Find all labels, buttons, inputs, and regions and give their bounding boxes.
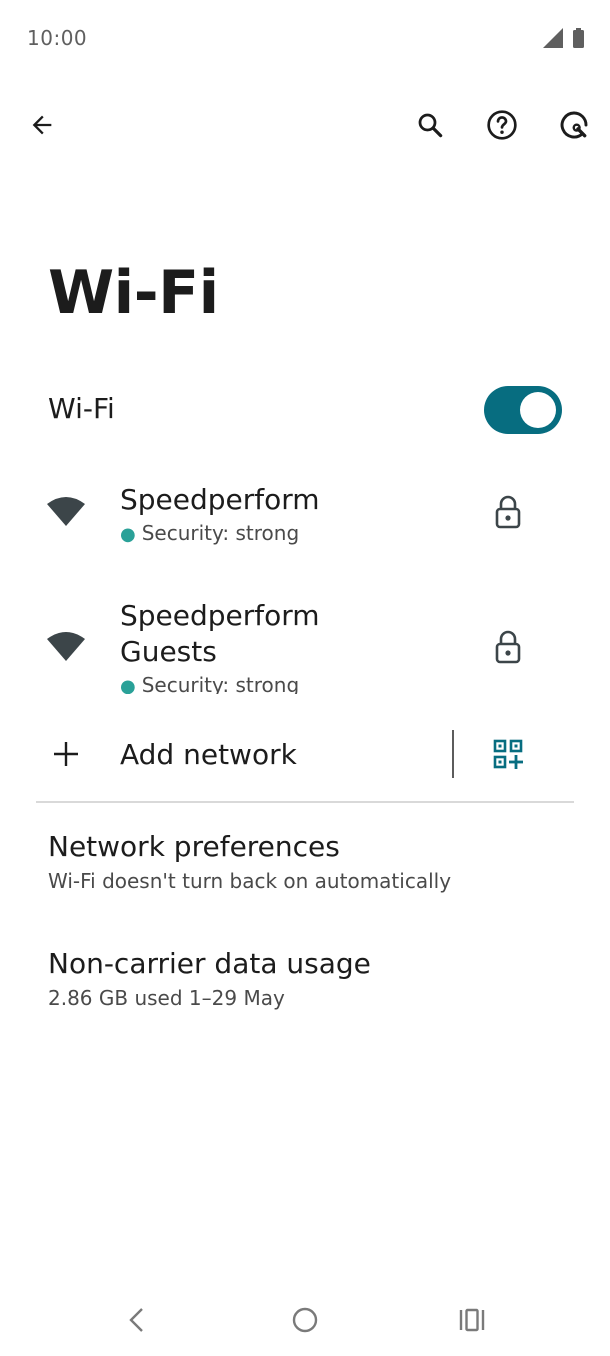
lock-icon [494, 495, 522, 533]
arrow-back-icon [32, 115, 52, 135]
pref-title: Network preferences [48, 830, 340, 863]
section-divider [36, 801, 574, 803]
pref-subtitle: 2.86 GB used 1–29 May [48, 986, 285, 1010]
pref-subtitle: Wi-Fi doesn't turn back on automatically [48, 869, 452, 893]
nav-recents-button[interactable] [448, 1296, 496, 1344]
network-security: ● Security: strong [120, 521, 300, 545]
network-reset-button[interactable] [550, 101, 598, 149]
network-security-clip: ● Security: strong [120, 672, 299, 694]
security-dot: ● [120, 524, 136, 545]
wifi-toggle-switch[interactable] [484, 386, 562, 434]
status-time: 10:00 [27, 26, 88, 50]
page-title: Wi-Fi [48, 258, 219, 328]
status-icons [541, 28, 589, 50]
vertical-divider [452, 730, 454, 778]
wrench-reset-icon [560, 111, 588, 139]
toggle-knob [520, 392, 556, 428]
wifi-signal-icon [46, 630, 86, 666]
add-network-label: Add network [120, 738, 297, 771]
nav-back-button[interactable] [113, 1296, 161, 1344]
security-dot: ● [120, 676, 136, 694]
network-security: ● Security: strong [120, 672, 299, 694]
nav-home-icon [292, 1307, 318, 1333]
search-icon [418, 113, 443, 138]
network-name: Speedperform Guests [120, 599, 320, 668]
network-name: Speedperform [120, 483, 320, 516]
nav-recents-icon [459, 1308, 485, 1332]
qr-scan-button[interactable] [484, 730, 532, 778]
help-button[interactable] [478, 101, 526, 149]
nav-back-icon [129, 1308, 143, 1332]
help-icon [487, 110, 517, 140]
lock-icon [494, 630, 522, 668]
search-button[interactable] [406, 101, 454, 149]
nav-home-button[interactable] [281, 1296, 329, 1344]
pref-title: Non-carrier data usage [48, 947, 371, 980]
wifi-toggle-label: Wi-Fi [48, 392, 115, 425]
wifi-signal-icon [46, 495, 86, 531]
add-icon [52, 740, 80, 772]
qr-code-icon [493, 739, 523, 769]
signal-icon [543, 28, 584, 48]
back-button[interactable] [18, 101, 66, 149]
